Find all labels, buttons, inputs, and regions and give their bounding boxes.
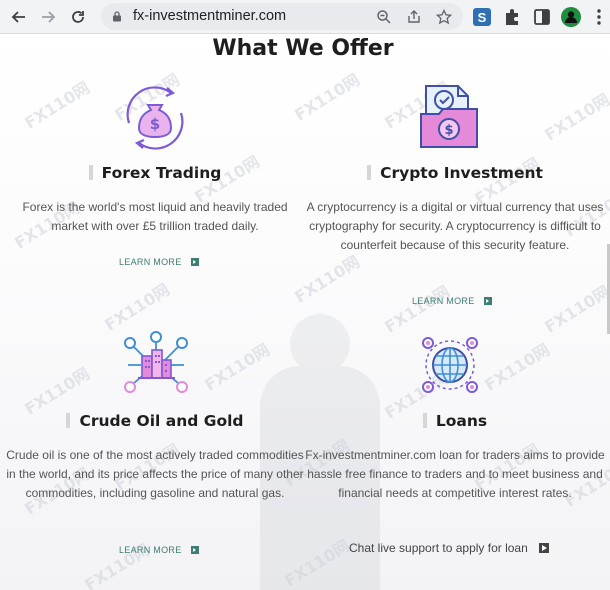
bookmark-star-icon[interactable]	[436, 9, 452, 25]
reload-icon[interactable]	[68, 7, 88, 27]
forward-icon[interactable]	[38, 7, 58, 27]
globe-network-icon	[422, 337, 478, 393]
learn-more-link[interactable]: LEARN MORE	[412, 296, 492, 306]
service-description: Fx-investmentminer.com loan for traders …	[305, 448, 605, 501]
side-panel-icon[interactable]	[532, 7, 552, 27]
extension-s-icon[interactable]: S	[472, 7, 492, 27]
building-network-icon	[124, 331, 188, 393]
chat-support-link[interactable]: Chat live support to apply for loan	[349, 541, 549, 555]
service-card-forex: $ Forex Trading Forex is the world's mos…	[5, 80, 305, 280]
learn-more-link[interactable]: LEARN MORE	[119, 545, 199, 555]
zoom-icon[interactable]	[376, 9, 392, 25]
service-title: Crude Oil and Gold	[5, 412, 305, 430]
browser-toolbar: fx-investmentminer.com S	[0, 0, 610, 34]
service-title: Forex Trading	[5, 164, 305, 182]
menu-icon[interactable]	[589, 7, 609, 27]
play-arrow-icon	[538, 543, 549, 553]
service-description: A cryptocurrency is a digital or virtual…	[306, 200, 604, 253]
service-description: Forex is the world's most liquid and hea…	[22, 200, 288, 234]
service-description: Crude oil is one of the most actively tr…	[6, 448, 304, 501]
extensions-puzzle-icon[interactable]	[502, 7, 522, 27]
back-icon[interactable]	[9, 7, 29, 27]
service-card-loans: Loans Fx-investmentminer.com loan for tr…	[305, 328, 605, 558]
section-title: What We Offer	[212, 36, 394, 61]
share-icon[interactable]	[406, 9, 422, 25]
play-arrow-icon	[190, 258, 199, 266]
profile-icon[interactable]	[561, 7, 581, 27]
address-bar[interactable]: fx-investmentminer.com	[101, 3, 463, 30]
play-arrow-icon	[190, 546, 199, 554]
url-text[interactable]: fx-investmentminer.com	[133, 8, 286, 24]
svg-text:$: $	[444, 123, 453, 138]
svg-text:$: $	[150, 115, 160, 133]
play-arrow-icon	[483, 297, 492, 305]
service-title: Loans	[305, 412, 605, 430]
crypto-folder-coin-icon: $	[420, 85, 478, 148]
svg-text:S: S	[478, 10, 487, 25]
service-card-crude-oil: Crude Oil and Gold Crude oil is one of t…	[5, 328, 305, 558]
learn-more-link[interactable]: LEARN MORE	[119, 257, 199, 267]
money-bag-cycle-icon: $	[126, 86, 184, 150]
service-title: Crypto Investment	[305, 164, 605, 182]
watermark: FX110网	[101, 279, 173, 335]
lock-icon[interactable]	[112, 11, 122, 22]
page-content: FX110网 FX110网 FX110网 FX110网 FX110网 FX110…	[0, 34, 610, 590]
service-card-crypto: $ Crypto Investment A cryptocurrency is …	[305, 80, 605, 310]
